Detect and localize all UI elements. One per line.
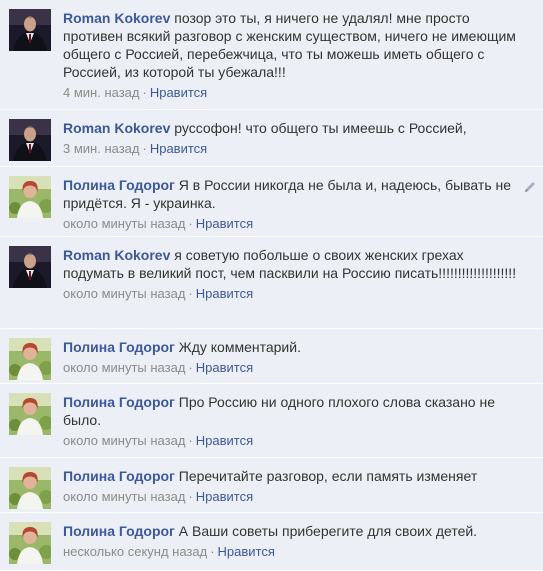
- comment-meta: 4 мин. назад · Нравится: [63, 84, 521, 102]
- comment-time[interactable]: около минуты назад: [63, 433, 185, 448]
- comment-text: Жду комментарий.: [178, 339, 301, 355]
- like-link[interactable]: Нравится: [150, 141, 207, 156]
- comment-meta: около минуты назад · Нравится: [63, 215, 521, 233]
- comment-item: Roman Kokorev я советую побольше о своих…: [0, 237, 543, 329]
- comment-meta: около минуты назад · Нравится: [63, 359, 521, 377]
- comment-author[interactable]: Полина Годорог: [63, 177, 175, 193]
- comment-time[interactable]: 3 мин. назад: [63, 141, 139, 156]
- comment-time[interactable]: 4 мин. назад: [63, 85, 139, 100]
- like-link[interactable]: Нравится: [196, 286, 253, 301]
- comment-author[interactable]: Полина Годорог: [63, 523, 175, 539]
- comment-meta: около минуты назад · Нравится: [63, 432, 521, 450]
- comment-time[interactable]: несколько секунд назад: [63, 544, 207, 559]
- comment-author[interactable]: Полина Годорог: [63, 468, 175, 484]
- separator-dot: ·: [142, 141, 147, 156]
- pencil-icon[interactable]: [523, 180, 537, 194]
- comment-item: Roman Kokorev позор это ты, я ничего не …: [0, 0, 543, 110]
- avatar[interactable]: [9, 467, 51, 509]
- avatar[interactable]: [9, 393, 51, 435]
- comment-author[interactable]: Roman Kokorev: [63, 247, 170, 263]
- separator-dot: ·: [142, 85, 147, 100]
- comment-time[interactable]: около минуты назад: [63, 216, 185, 231]
- avatar[interactable]: [9, 119, 51, 161]
- like-link[interactable]: Нравится: [196, 216, 253, 231]
- comment-time[interactable]: около минуты назад: [63, 360, 185, 375]
- comment-item: Roman Kokorev руссофон! что общего ты им…: [0, 110, 543, 167]
- comment-text: Перечитайте разговор, если память изменя…: [178, 468, 478, 484]
- like-link[interactable]: Нравится: [196, 360, 253, 375]
- comment-thread: Roman Kokorev позор это ты, я ничего не …: [0, 0, 543, 571]
- comment-author[interactable]: Roman Kokorev: [63, 120, 170, 136]
- comment-item: Полина Годорог А Ваши советы приберегите…: [0, 513, 543, 571]
- comment-text: руссофон! что общего ты имеешь с Россией…: [174, 120, 467, 136]
- separator-dot: ·: [188, 216, 193, 231]
- avatar[interactable]: [9, 338, 51, 380]
- comment-author[interactable]: Полина Годорог: [63, 339, 175, 355]
- separator-dot: ·: [188, 489, 193, 504]
- like-link[interactable]: Нравится: [196, 489, 253, 504]
- like-link[interactable]: Нравится: [218, 544, 275, 559]
- comment-meta: около минуты назад · Нравится: [63, 488, 521, 506]
- comment-item: Полина Годорог Я в России никогда не был…: [0, 167, 543, 237]
- avatar[interactable]: [9, 246, 51, 288]
- avatar[interactable]: [9, 176, 51, 218]
- comment-author[interactable]: Полина Годорог: [63, 394, 175, 410]
- comment-meta: около минуты назад · Нравится: [63, 285, 521, 303]
- comment-item: Полина Годорог Про Россию ни одного плох…: [0, 384, 543, 458]
- comment-text: А Ваши советы приберегите для своих дете…: [178, 523, 478, 539]
- comment-time[interactable]: около минуты назад: [63, 286, 185, 301]
- avatar[interactable]: [9, 9, 51, 51]
- comment-meta: несколько секунд назад · Нравится: [63, 543, 521, 561]
- comment-author[interactable]: Roman Kokorev: [63, 10, 170, 26]
- comment-item: Полина Годорог Жду комментарий. около ми…: [0, 329, 543, 384]
- comment-meta: 3 мин. назад · Нравится: [63, 140, 521, 158]
- avatar[interactable]: [9, 522, 51, 564]
- like-link[interactable]: Нравится: [196, 433, 253, 448]
- like-link[interactable]: Нравится: [150, 85, 207, 100]
- separator-dot: ·: [188, 433, 193, 448]
- separator-dot: ·: [188, 360, 193, 375]
- separator-dot: ·: [210, 544, 215, 559]
- separator-dot: ·: [188, 286, 193, 301]
- comment-item: Полина Годорог Перечитайте разговор, есл…: [0, 458, 543, 513]
- comment-time[interactable]: около минуты назад: [63, 489, 185, 504]
